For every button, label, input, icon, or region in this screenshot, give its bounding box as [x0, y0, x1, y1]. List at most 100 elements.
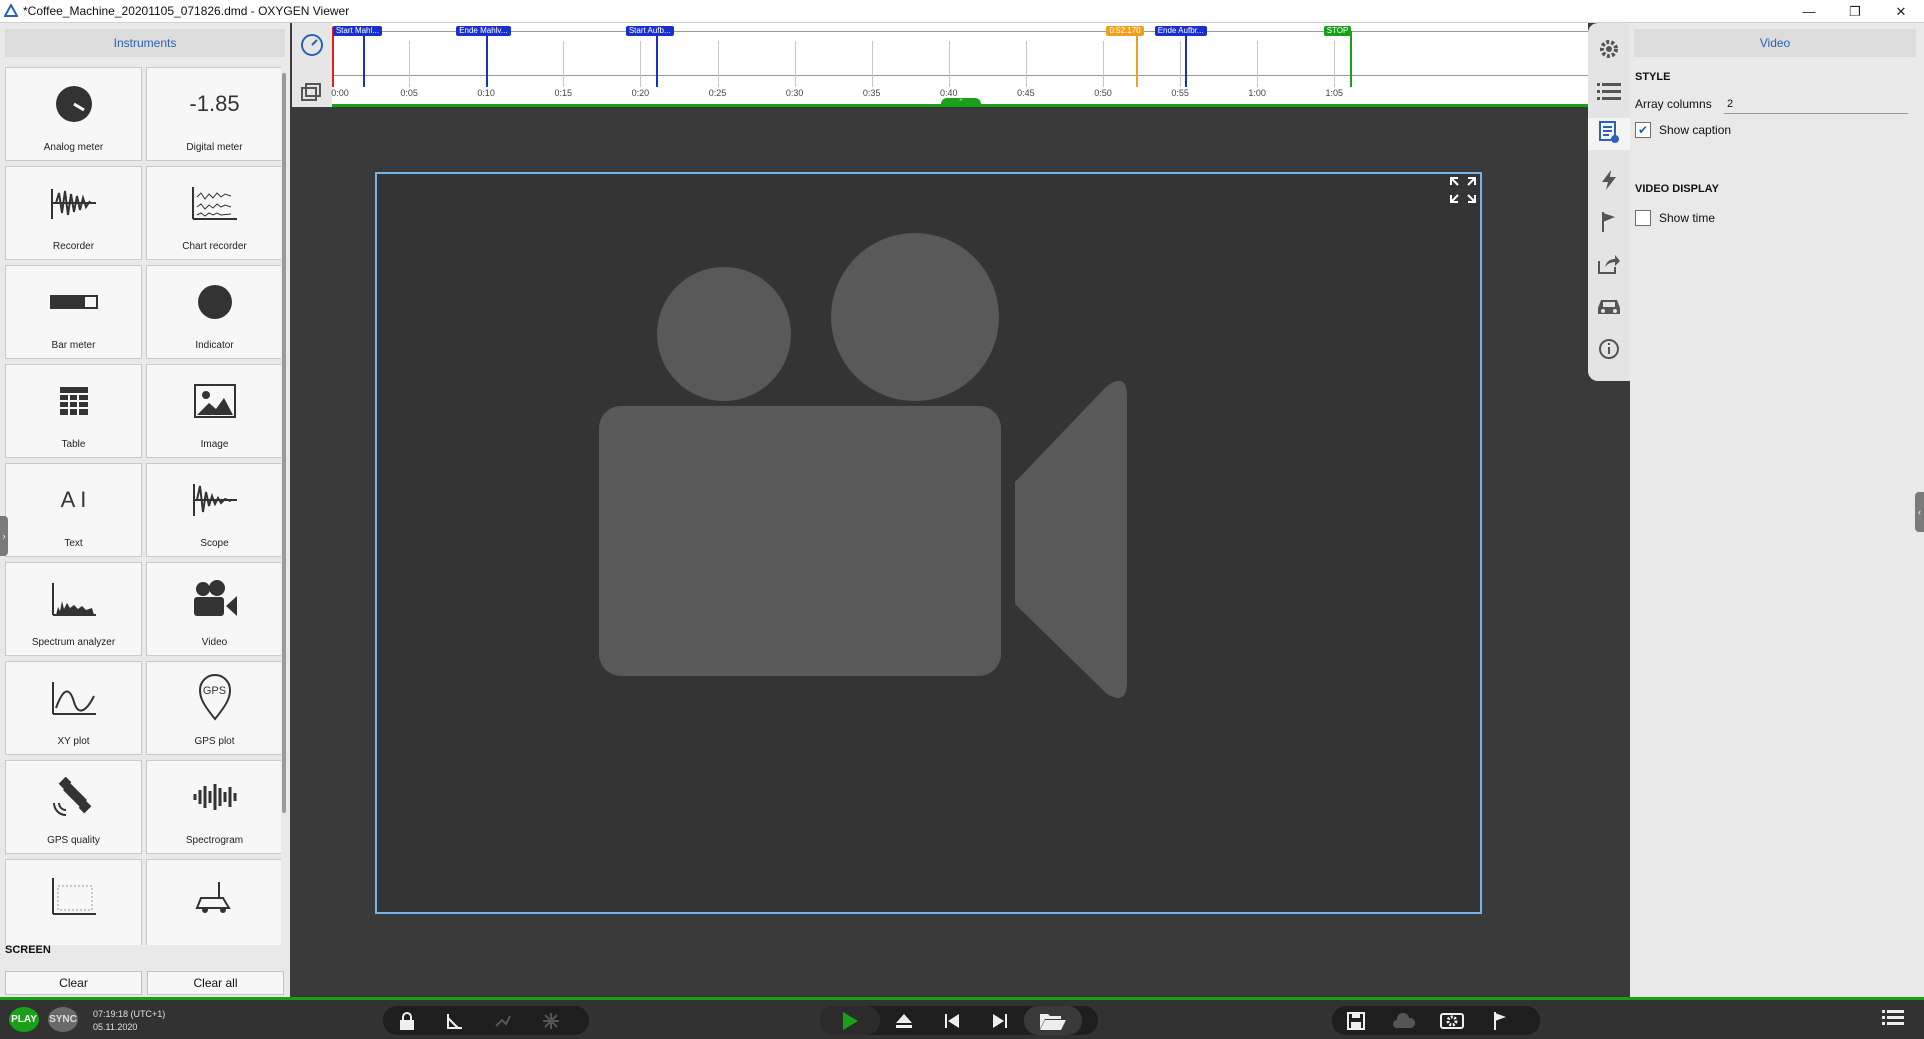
- array-columns-input[interactable]: 2: [1724, 98, 1908, 114]
- gps-quality-icon: [52, 777, 91, 816]
- timeline-marker-line[interactable]: [655, 31, 658, 87]
- recorder-icon: [50, 189, 96, 219]
- instrument-text[interactable]: A I Text: [5, 463, 142, 557]
- video-placeholder-icon: [599, 233, 1127, 698]
- next-marker-button[interactable]: [976, 1006, 1024, 1035]
- clear-all-button[interactable]: Clear all: [147, 971, 284, 995]
- left-panel-toggle[interactable]: ›: [0, 516, 8, 556]
- instrument-vehicle[interactable]: [146, 859, 281, 945]
- instrument-recorder[interactable]: Recorder: [5, 166, 142, 260]
- previous-marker-button[interactable]: [928, 1006, 976, 1035]
- zoom-disabled-icon: [495, 1015, 511, 1027]
- video-display-section-title: VIDEO DISPLAY: [1635, 183, 1719, 195]
- settings-button[interactable]: [1594, 33, 1624, 65]
- right-panel-toggle[interactable]: ‹: [1915, 492, 1924, 532]
- instrument-digital-meter[interactable]: -1.85 Digital meter: [146, 67, 281, 161]
- checkmark-icon: ✔: [1637, 123, 1649, 137]
- timeline-tick-label: 0:20: [631, 88, 650, 98]
- trigger-button[interactable]: [1594, 164, 1624, 196]
- gps-plot-icon: [198, 674, 231, 721]
- timeline-gridline: [1334, 41, 1336, 87]
- instrument-label: Scope: [200, 538, 229, 549]
- timeline-marker-line[interactable]: [1136, 31, 1139, 87]
- info-button[interactable]: [1594, 333, 1624, 365]
- spectrogram-icon: [193, 784, 236, 810]
- instrument-gps-plot[interactable]: GPS GPS plot: [146, 661, 281, 755]
- freeze-button[interactable]: [527, 1006, 575, 1035]
- gauge-view-button[interactable]: [298, 31, 326, 59]
- timeline-marker-line[interactable]: [486, 31, 489, 87]
- instruments-header: Instruments: [5, 29, 285, 57]
- fullscreen-button[interactable]: [1448, 175, 1478, 205]
- indicator-icon: [197, 285, 232, 319]
- lock-button[interactable]: [383, 1006, 431, 1035]
- instrument-spectrogram[interactable]: Spectrogram: [146, 760, 281, 854]
- instruments-scrollbar[interactable]: [282, 73, 286, 813]
- instrument-gps-quality[interactable]: GPS quality: [5, 760, 142, 854]
- instrument-spectrum-analyzer[interactable]: Spectrum analyzer: [5, 562, 142, 656]
- instrument-chart-recorder[interactable]: Chart recorder: [146, 166, 281, 260]
- markers-button[interactable]: [1594, 206, 1624, 238]
- timeline[interactable]: 0:00 0:05 0:10 0:15 0:20 0:25 0:30 0:35 0:40 0:45…: [331, 23, 1588, 108]
- instrument-table[interactable]: Table: [5, 364, 142, 458]
- instrument-scope[interactable]: Scope: [146, 463, 281, 557]
- timeline-marker-label[interactable]: Start Mahl...: [332, 26, 382, 36]
- instrument-analog-meter[interactable]: Analog meter: [5, 67, 142, 161]
- timeline-marker-label[interactable]: Start Aufb...: [625, 26, 674, 36]
- clear-button[interactable]: Clear: [5, 971, 142, 995]
- timeline-marker-label[interactable]: Ende Mahlv...: [456, 26, 511, 36]
- timeline-marker-label[interactable]: 0:52.170: [1106, 26, 1144, 36]
- channel-list-button[interactable]: [1594, 76, 1624, 108]
- instrument-grid: Analog meter -1.85 Digital meter Recorde…: [5, 67, 281, 945]
- play-status-badge[interactable]: PLAY: [9, 1007, 39, 1032]
- instrument-properties-button[interactable]: [1588, 118, 1630, 150]
- show-time-checkbox[interactable]: [1635, 210, 1651, 226]
- open-file-button[interactable]: [1024, 1006, 1082, 1035]
- timeline-marker-line[interactable]: [1184, 31, 1187, 87]
- show-caption-checkbox[interactable]: ✔: [1635, 122, 1651, 138]
- snowflake-icon: [543, 1012, 559, 1029]
- app-logo-icon: [4, 4, 18, 17]
- restore-button[interactable]: ❐: [1832, 0, 1878, 23]
- show-time-row[interactable]: Show time: [1635, 210, 1715, 226]
- timeline-marker-label[interactable]: Ende Aufbr...: [1154, 26, 1207, 36]
- folder-open-icon: [1040, 1013, 1066, 1030]
- export-button[interactable]: [1594, 248, 1624, 280]
- instrument-image[interactable]: Image: [146, 364, 281, 458]
- close-button[interactable]: ✕: [1878, 0, 1924, 23]
- timeline-tick-label: 0:50: [1094, 88, 1112, 98]
- setup-gear-icon: [1440, 1012, 1464, 1029]
- timeline-gridline: [640, 41, 642, 87]
- instrument-bar-meter[interactable]: Bar meter: [5, 265, 142, 359]
- play-button[interactable]: [820, 1006, 880, 1035]
- save-button[interactable]: [1332, 1006, 1380, 1035]
- zoom-tool-button[interactable]: [479, 1006, 527, 1035]
- layers-button[interactable]: [298, 78, 326, 106]
- timeline-marker-label[interactable]: STOP: [1323, 26, 1352, 36]
- minimize-button[interactable]: —: [1786, 0, 1832, 23]
- timeline-tick-label: 0:15: [554, 88, 573, 98]
- sync-status-badge[interactable]: SYNC: [48, 1007, 78, 1032]
- vehicle-button[interactable]: [1594, 291, 1624, 323]
- instrument-indicator[interactable]: Indicator: [146, 265, 281, 359]
- timeline-tick-label: 0:10: [477, 88, 495, 98]
- show-caption-label: Show caption: [1659, 123, 1732, 137]
- bar-meter-icon: [49, 295, 98, 309]
- instrument-heatmap[interactable]: [5, 859, 142, 945]
- instrument-video[interactable]: Video: [146, 562, 281, 656]
- video-instrument[interactable]: [375, 172, 1482, 914]
- measure-icon: [447, 1013, 462, 1029]
- show-caption-row[interactable]: ✔ Show caption: [1635, 122, 1731, 138]
- cloud-sync-button[interactable]: [1380, 1006, 1428, 1035]
- timeline-tick-label: 0:00: [331, 88, 349, 98]
- add-marker-button[interactable]: [1476, 1006, 1524, 1035]
- setup-button[interactable]: [1428, 1006, 1476, 1035]
- cursor-measure-button[interactable]: [431, 1006, 479, 1035]
- menu-button[interactable]: [1882, 1008, 1904, 1033]
- timeline-marker-line[interactable]: [332, 31, 334, 87]
- timeline-track[interactable]: [332, 31, 1588, 76]
- timeline-marker-line[interactable]: [1349, 31, 1352, 87]
- timeline-marker-line[interactable]: [362, 31, 365, 87]
- eject-button[interactable]: [880, 1006, 928, 1035]
- instrument-xy-plot[interactable]: XY plot: [5, 661, 142, 755]
